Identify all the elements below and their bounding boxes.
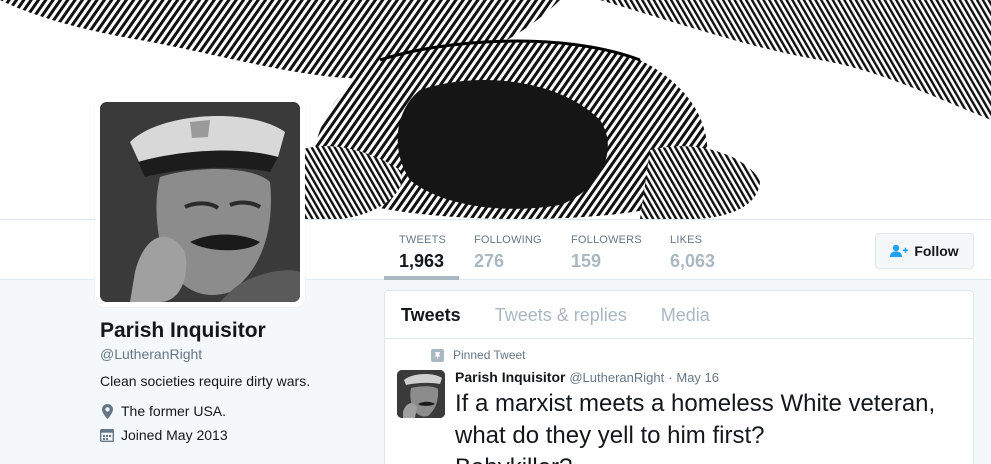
pinned-label: Pinned Tweet (453, 348, 526, 362)
tweet-avatar[interactable] (397, 370, 445, 418)
tweet-text-line: what do they yell to him first? (455, 422, 765, 449)
timeline-tabs: Tweets Tweets & replies Media (385, 291, 973, 339)
profile-joined: Joined May 2013 (100, 426, 370, 444)
tab-tweets[interactable]: Tweets (401, 303, 461, 327)
tab-media[interactable]: Media (661, 303, 710, 327)
tweet-date[interactable]: May 16 (676, 370, 719, 385)
tweet-separator: · (668, 370, 673, 385)
stat-value: 276 (474, 251, 505, 271)
stat-tweets[interactable]: TWEETS 1,963 (384, 220, 459, 280)
location-pin-icon (100, 403, 114, 419)
location-text: The former USA. (121, 403, 227, 419)
add-user-icon (890, 244, 909, 258)
pinned-indicator: Pinned Tweet (431, 348, 526, 362)
follow-button[interactable]: Follow (875, 233, 974, 269)
tweet-text-line: If a marxist meets a homeless White vete… (455, 390, 936, 417)
stat-label: TWEETS (399, 234, 447, 246)
stat-value: 1,963 (399, 251, 445, 271)
profile-avatar[interactable] (95, 97, 305, 307)
profile-stats: TWEETS 1,963 FOLLOWING 276 FOLLOWERS 159… (384, 220, 745, 280)
timeline: Tweets Tweets & replies Media Pinned Twe… (384, 290, 974, 464)
profile-handle[interactable]: @LutheranRight (100, 345, 370, 363)
tweet-text: If a marxist meets a homeless White vete… (455, 388, 965, 464)
profile-bio: Clean societies require dirty wars. (100, 373, 311, 389)
calendar-icon (100, 428, 114, 442)
pin-icon (431, 348, 444, 362)
follow-button-label: Follow (914, 243, 959, 259)
profile-name[interactable]: Parish Inquisitor (100, 318, 370, 344)
profile-location: The former USA. (100, 402, 370, 420)
tweet-author-handle[interactable]: @LutheranRight (569, 370, 664, 385)
tweet-author-name[interactable]: Parish Inquisitor (455, 369, 565, 385)
stat-value: 6,063 (670, 251, 716, 271)
stat-followers[interactable]: FOLLOWERS 159 (556, 220, 655, 280)
avatar-photo (100, 102, 300, 302)
profile-card: Parish Inquisitor @LutheranRight Clean s… (100, 318, 370, 444)
stat-label: FOLLOWERS (571, 234, 642, 246)
stat-label: FOLLOWING (474, 234, 542, 246)
stat-likes[interactable]: LIKES 6,063 (655, 220, 745, 280)
tweet-text-line: Babykiller? (455, 452, 965, 464)
stat-value: 159 (571, 251, 602, 271)
tweet-header: Parish Inquisitor @LutheranRight · May 1… (455, 369, 719, 385)
stat-following[interactable]: FOLLOWING 276 (459, 220, 556, 280)
tab-tweets-replies[interactable]: Tweets & replies (495, 303, 627, 327)
joined-text: Joined May 2013 (121, 427, 228, 443)
stat-label: LIKES (670, 234, 703, 246)
